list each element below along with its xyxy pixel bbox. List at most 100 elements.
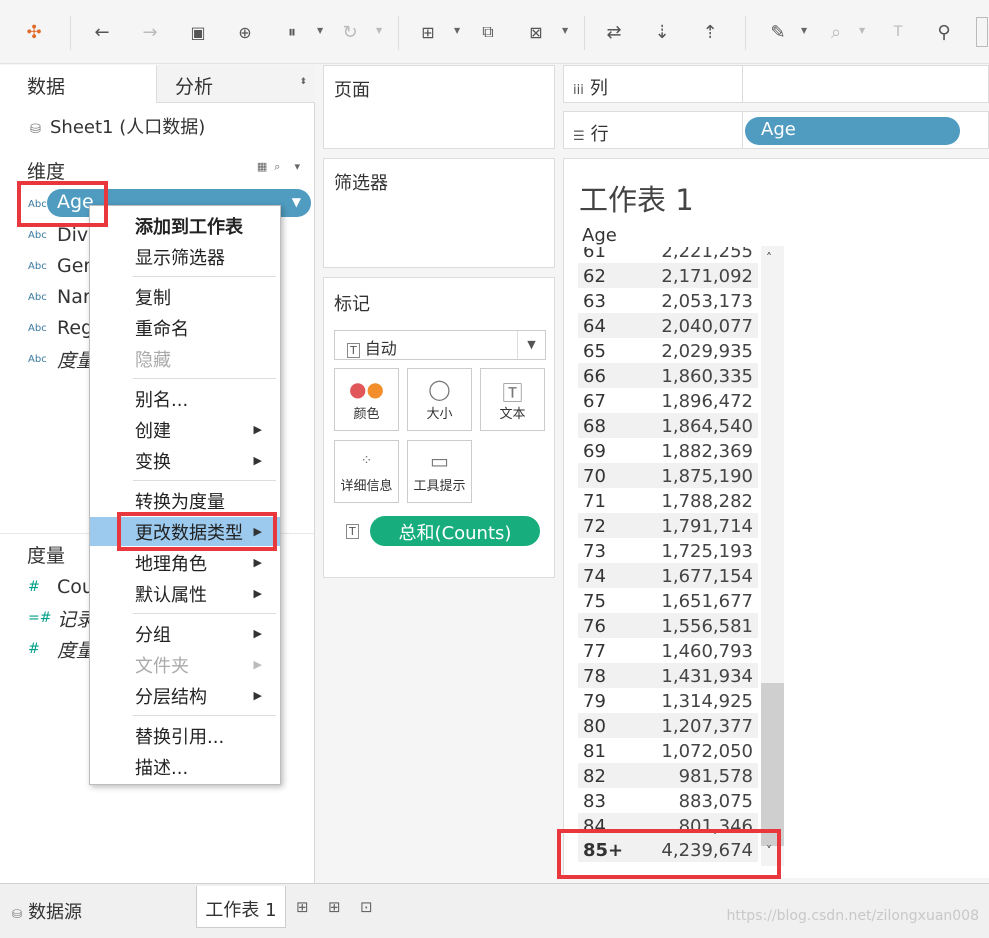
- datasource-item[interactable]: ⛁ Sheet1 (人口数据): [30, 113, 205, 139]
- table-row[interactable]: 69 1,882,369: [578, 438, 758, 463]
- table-row[interactable]: 73 1,725,193: [578, 538, 758, 563]
- label-icon[interactable]: T: [884, 18, 912, 46]
- size-button[interactable]: ◯ 大小: [407, 368, 472, 431]
- attach-icon[interactable]: ⌕: [822, 18, 850, 46]
- menu-item[interactable]: 创建 ▶: [90, 415, 280, 444]
- tab-data[interactable]: 数据: [0, 65, 156, 103]
- table-row[interactable]: 79 1,314,925: [578, 688, 758, 713]
- menu-item[interactable]: 转换为度量: [90, 486, 280, 515]
- tooltip-button[interactable]: ▭ 工具提示: [407, 440, 472, 503]
- menu-item[interactable]: 变换 ▶: [90, 446, 280, 475]
- table-row[interactable]: 63 2,053,173: [578, 288, 758, 313]
- save-icon[interactable]: ▣: [184, 18, 212, 46]
- table-row[interactable]: 74 1,677,154: [578, 563, 758, 588]
- field-item-measure-names[interactable]: Abc 度量: [28, 345, 95, 373]
- pause-updates-icon[interactable]: ⏸: [278, 18, 306, 46]
- presentation-icon[interactable]: [976, 17, 988, 47]
- new-worksheet-dropdown-icon[interactable]: ▼: [454, 26, 462, 38]
- field-item-gender[interactable]: Abc Gen: [28, 252, 95, 280]
- refresh-dropdown-icon[interactable]: ▼: [376, 26, 384, 38]
- color-button[interactable]: ●● 颜色: [334, 368, 399, 431]
- sum-counts-pill[interactable]: 总和(Counts): [370, 516, 540, 546]
- pause-dropdown-icon[interactable]: ▼: [317, 26, 325, 38]
- columns-shelf[interactable]: [743, 65, 989, 103]
- menu-item[interactable]: 隐藏: [90, 344, 280, 373]
- table-row[interactable]: 66 1,860,335: [578, 363, 758, 388]
- swap-icon[interactable]: ⇄: [600, 18, 628, 46]
- new-worksheet-icon[interactable]: ⊞: [414, 18, 442, 46]
- dimension-menu-icon[interactable]: ▾: [294, 160, 300, 173]
- menu-item[interactable]: 默认属性 ▶: [90, 579, 280, 608]
- menu-item[interactable]: 添加到工作表: [90, 211, 280, 240]
- mark-type-select[interactable]: T 自动 ▼: [334, 330, 546, 360]
- table-row[interactable]: 71 1,788,282: [578, 488, 758, 513]
- column-header-age[interactable]: Age: [582, 225, 617, 246]
- table-row[interactable]: 76 1,556,581: [578, 613, 758, 638]
- sort-desc-icon[interactable]: ⇡: [696, 18, 724, 46]
- sort-asc-icon[interactable]: ⇣: [648, 18, 676, 46]
- menu-item[interactable]: 地理角色 ▶: [90, 548, 280, 577]
- highlight-dropdown-icon[interactable]: ▼: [801, 26, 809, 38]
- menu-item[interactable]: 复制: [90, 282, 280, 311]
- menu-item[interactable]: 分层结构 ▶: [90, 681, 280, 710]
- detail-button[interactable]: ⁘ 详细信息: [334, 440, 399, 503]
- attach-dropdown-icon[interactable]: ▼: [859, 26, 867, 38]
- table-row[interactable]: 80 1,207,377: [578, 713, 758, 738]
- search-icon[interactable]: ⌕: [274, 160, 280, 173]
- refresh-icon[interactable]: ↻: [336, 18, 364, 46]
- table-row[interactable]: 62 2,171,092: [578, 263, 758, 288]
- table-row[interactable]: 82 981,578: [578, 763, 758, 788]
- menu-item[interactable]: 替换引用...: [90, 721, 280, 750]
- table-row[interactable]: 83 883,075: [578, 788, 758, 813]
- age-row-pill[interactable]: Age: [745, 117, 960, 145]
- forward-icon[interactable]: →: [136, 18, 164, 46]
- chevron-down-icon[interactable]: ▼: [517, 331, 545, 359]
- field-item-region[interactable]: Abc Reg: [28, 314, 93, 342]
- table-row[interactable]: 78 1,431,934: [578, 663, 758, 688]
- field-item-measure-values[interactable]: # 度量: [28, 635, 95, 663]
- filters-card[interactable]: 筛选器: [323, 158, 555, 268]
- clear-dropdown-icon[interactable]: ▼: [562, 26, 570, 38]
- menu-item[interactable]: 分组 ▶: [90, 619, 280, 648]
- age-cell: 75: [583, 591, 606, 612]
- pages-card[interactable]: 页面: [323, 65, 555, 149]
- back-icon[interactable]: ←: [88, 18, 116, 46]
- duplicate-icon[interactable]: ⧉: [474, 18, 502, 46]
- tab-analysis[interactable]: 分析 ⬍: [156, 65, 315, 103]
- scroll-up-icon[interactable]: ˄: [766, 251, 772, 265]
- tableau-logo-icon[interactable]: ✣: [20, 18, 48, 46]
- field-item-counts[interactable]: # Cou: [28, 573, 94, 601]
- menu-item[interactable]: 描述...: [90, 752, 280, 781]
- sort-arrows-icon[interactable]: ⬍: [299, 77, 307, 87]
- scrollbar-thumb[interactable]: [761, 683, 784, 846]
- field-dropdown-icon[interactable]: ▼: [292, 195, 301, 209]
- text-button[interactable]: 🅃 文本: [480, 368, 545, 431]
- table-row[interactable]: 64 2,040,077: [578, 313, 758, 338]
- new-datasource-icon[interactable]: ⊕: [231, 18, 259, 46]
- table-scrollbar[interactable]: ˄ ˅: [761, 246, 784, 866]
- menu-item[interactable]: 显示筛选器: [90, 242, 280, 271]
- table-row[interactable]: 72 1,791,714: [578, 513, 758, 538]
- menu-item[interactable]: 别名...: [90, 384, 280, 413]
- table-row[interactable]: 68 1,864,540: [578, 413, 758, 438]
- table-row[interactable]: 77 1,460,793: [578, 638, 758, 663]
- table-row[interactable]: 70 1,875,190: [578, 463, 758, 488]
- table-row[interactable]: 81 1,072,050: [578, 738, 758, 763]
- view-grid-icon[interactable]: ▦: [257, 160, 267, 173]
- field-item-name[interactable]: Abc Nar: [28, 283, 91, 311]
- clear-sheet-icon[interactable]: ⊠: [522, 18, 550, 46]
- table-row[interactable]: 61 2,221,255: [578, 247, 758, 263]
- table-row[interactable]: 65 2,029,935: [578, 338, 758, 363]
- menu-item[interactable]: 文件夹 ▶: [90, 650, 280, 679]
- menu-item[interactable]: 重命名: [90, 313, 280, 342]
- datasource-tab[interactable]: ⛁ 数据源: [12, 898, 82, 924]
- new-story-icon[interactable]: ⊡: [360, 898, 373, 916]
- highlight-icon[interactable]: ✎: [764, 18, 792, 46]
- table-row[interactable]: 75 1,651,677: [578, 588, 758, 613]
- pin-icon[interactable]: ⚲: [930, 18, 958, 46]
- field-item-record-count[interactable]: =# 记录: [28, 604, 95, 632]
- new-dashboard-icon[interactable]: ⊞: [328, 898, 341, 916]
- new-worksheet-icon[interactable]: ⊞: [296, 898, 309, 916]
- worksheet-tab[interactable]: 工作表 1: [196, 886, 286, 928]
- table-row[interactable]: 67 1,896,472: [578, 388, 758, 413]
